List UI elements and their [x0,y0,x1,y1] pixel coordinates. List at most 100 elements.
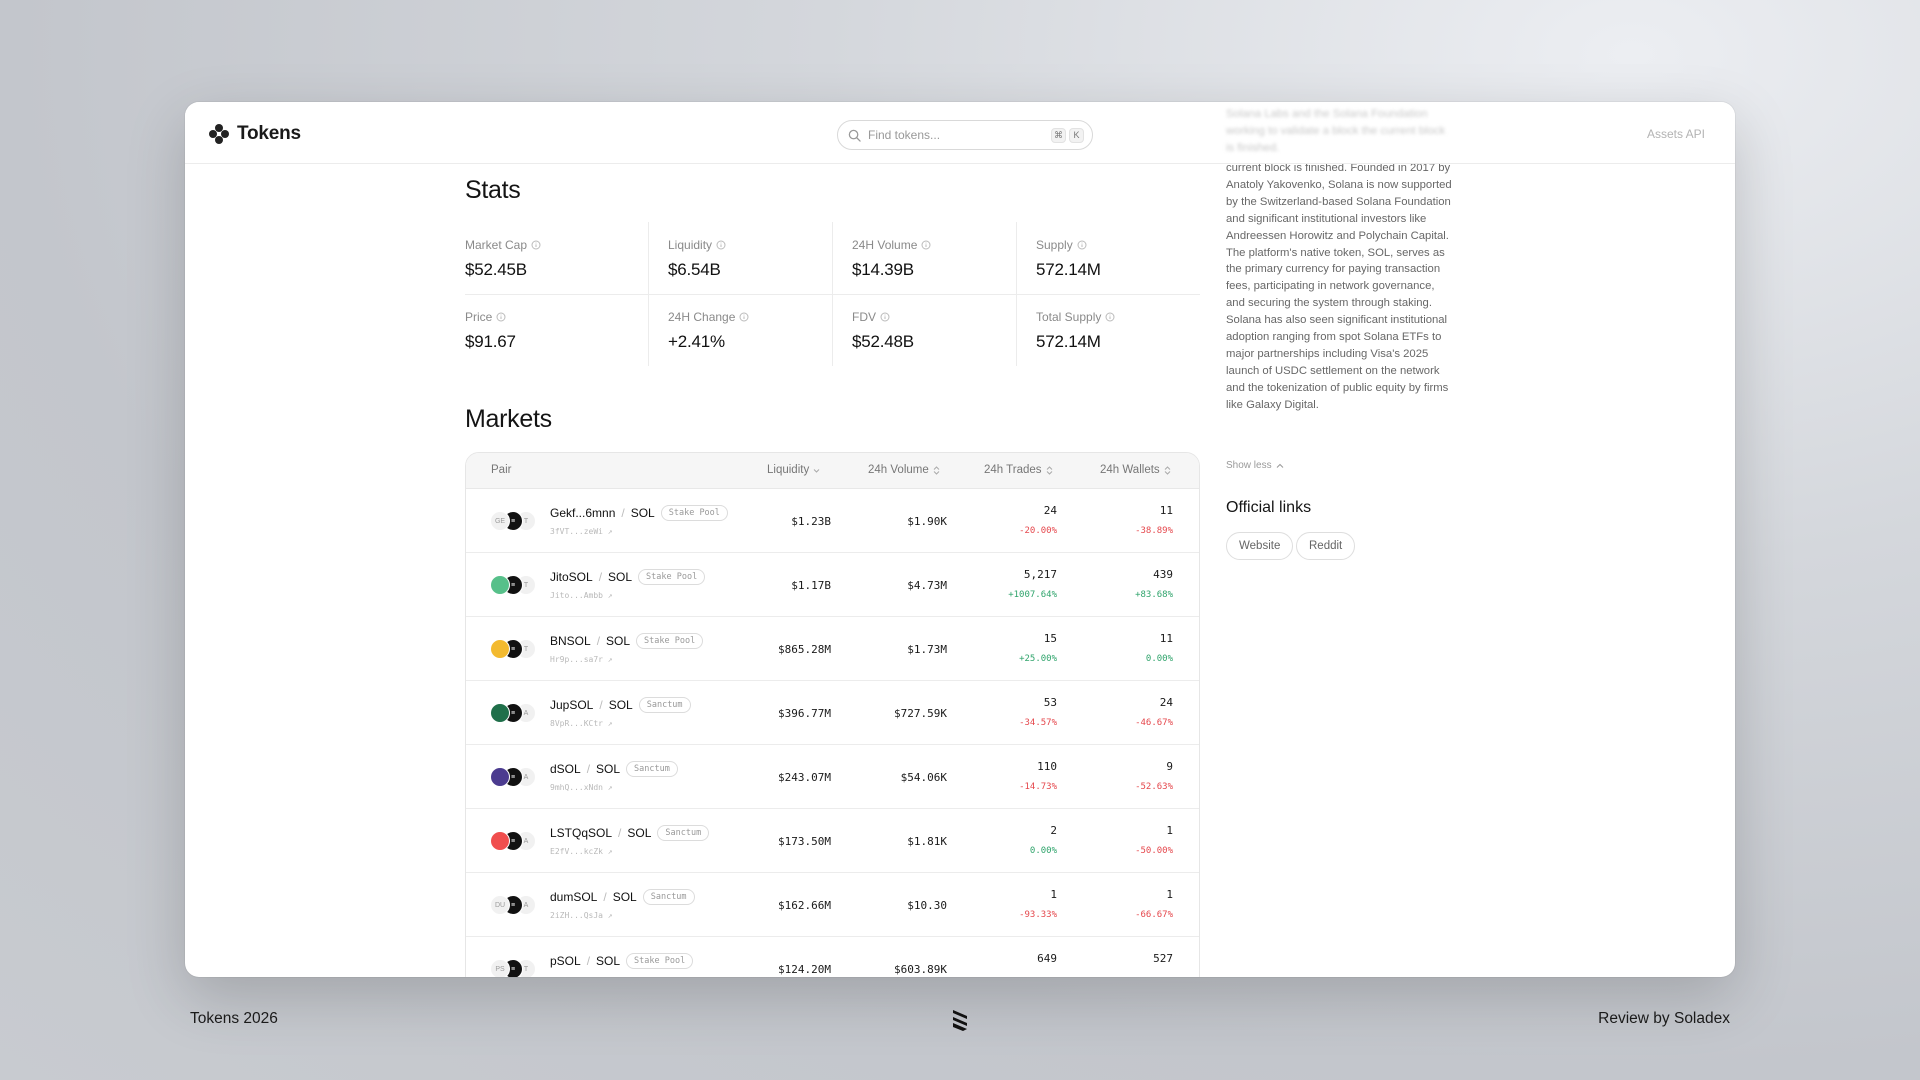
chevron-up-icon [1276,463,1283,468]
pair-name[interactable]: JupSOL / SOL Sanctum [550,697,691,713]
pair-logos: ≡ A [490,703,540,723]
liquidity-cell: $1.23B [791,515,831,528]
table-row[interactable]: ≡ T JitoSOL / SOL Stake Pool Jito...Ambb ↗ $1.1… [466,553,1199,617]
pair-name[interactable]: JitoSOL / SOL Stake Pool [550,569,706,585]
table-row[interactable]: PS ≡ T pSOL / SOL Stake Pool $124.20M $603.89K 64… [466,937,1199,977]
reddit-link-button[interactable]: Reddit [1296,532,1356,560]
website-link-button[interactable]: Website [1226,532,1294,560]
table-row[interactable]: ≡ A JupSOL / SOL Sanctum 8VpR...KCtr ↗ $396.77M… [466,681,1199,745]
pool-tag: Sanctum [657,825,710,841]
table-row[interactable]: DU ≡ A dumSOL / SOL Sanctum 2iZH...QsJa ↗ $162.6… [466,873,1199,937]
assets-api-link[interactable]: Assets API [1647,127,1705,141]
liquidity-cell: $865.28M [778,643,831,656]
pool-address-link[interactable]: Jito...Ambb ↗ [550,591,613,600]
quote-token: SOL [608,698,633,712]
column-header-24h-wallets[interactable]: 24h Wallets [1100,464,1171,476]
pool-tag: Stake Pool [626,953,694,969]
wallets-cell: 439 [1153,568,1173,581]
wallets-cell: 24 [1159,696,1173,709]
quote-token: SOL [596,954,621,968]
base-token-icon: DU [490,895,510,915]
base-token: LSTQqSOL [550,826,613,840]
sort-icon [1046,465,1052,475]
trades-change: +25.00% [1019,654,1057,664]
stat-price: Price $91.67 [465,310,648,382]
pair-separator: / [586,954,591,968]
sort-icon [1164,465,1171,475]
table-row[interactable]: ≡ A dSOL / SOL Sanctum 9mhQ...xNdn ↗ $243.07M $5… [466,745,1199,809]
info-icon[interactable] [716,240,726,250]
volume-cell: $727.59K [894,707,947,720]
trades-cell: 649 [1037,952,1057,965]
top-bar: Tokens ⌘ K Assets API [185,102,1735,164]
wallets-change: -66.67% [1135,910,1173,920]
pool-address-link[interactable]: 8VpR...KCtr ↗ [550,719,613,728]
stat-market-cap: Market Cap $52.45B [465,238,648,310]
wallets-change: -52.63% [1135,782,1173,792]
pool-address-link[interactable]: 3fVT...zeWi ↗ [550,527,613,536]
pool-address-link[interactable]: 9mhQ...xNdn ↗ [550,783,613,792]
table-row[interactable]: GE ≡ T Gekf...6mnn / SOL Stake Pool 3fVT...zeWi… [466,489,1199,553]
pair-name[interactable]: pSOL / SOL Stake Pool [550,953,694,969]
column-label: 24h Wallets [1100,464,1160,476]
column-header-24h-trades[interactable]: 24h Trades [984,464,1053,476]
wallets-change: -46.67% [1135,718,1173,728]
volume-cell: $603.89K [894,963,947,976]
show-less-label: Show less [1226,460,1272,471]
column-label: Pair [491,464,512,476]
pair-name[interactable]: BNSOL / SOL Stake Pool [550,633,704,649]
wallets-change: 0.00% [1145,654,1173,664]
table-row[interactable]: ≡ A LSTQqSOL / SOL Sanctum E2fV...kcZk ↗ $173.5… [466,809,1199,873]
info-icon[interactable] [496,312,506,322]
shortcut-key-k: K [1069,127,1084,143]
info-icon[interactable] [739,312,749,322]
show-less-toggle[interactable]: Show less [1226,460,1284,471]
stat-value: $6.54B [668,260,721,279]
liquidity-cell: $396.77M [778,707,831,720]
info-icon[interactable] [921,240,931,250]
wallets-cell: 1 [1166,888,1173,901]
info-icon[interactable] [1105,312,1115,322]
table-row[interactable]: ≡ T BNSOL / SOL Stake Pool Hr9p...sa7r ↗ $865.2… [466,617,1199,681]
base-token-icon [490,575,510,595]
pair-name[interactable]: LSTQqSOL / SOL Sanctum [550,825,710,841]
about-faded-text: Solana Labs and the Solana Foundation wo… [1226,108,1446,154]
wallets-cell: 11 [1159,632,1173,645]
wallets-cell: 527 [1153,952,1173,965]
base-token: JitoSOL [550,570,593,584]
search-box[interactable]: ⌘ K [837,120,1093,150]
pair-name[interactable]: dumSOL / SOL Sanctum [550,889,695,905]
pair-name[interactable]: Gekf...6mnn / SOL Stake Pool [550,505,728,521]
stat-value: $14.39B [852,260,914,279]
column-header-pair[interactable]: Pair [491,464,511,476]
stat-supply: Supply 572.14M [1036,238,1219,310]
pool-address-link[interactable]: Hr9p...sa7r ↗ [550,655,613,664]
pool-address-link[interactable]: E2fV...kcZk ↗ [550,847,613,856]
volume-cell: $1.90K [907,515,947,528]
tokens-logo-icon [209,124,229,144]
brand-name: Tokens [237,123,301,144]
info-icon[interactable] [1077,240,1087,250]
pool-address-link[interactable]: 2iZH...QsJa ↗ [550,911,613,920]
base-token-icon: PS [490,959,510,977]
chevron-down-icon [813,468,820,473]
brand-logo[interactable]: Tokens [209,123,301,145]
quote-token: SOL [627,826,652,840]
base-token-icon: GE [490,511,510,531]
info-icon[interactable] [531,240,541,250]
column-header-liquidity[interactable]: Liquidity [767,464,820,476]
search-input[interactable] [868,128,1048,142]
footer-left-text: Tokens 2026 [190,1010,278,1027]
stat-fdv: FDV $52.48B [852,310,1035,382]
search-icon [848,129,861,142]
info-icon[interactable] [880,312,890,322]
stat-label: 24H Volume [852,238,918,252]
stat-label: 24H Change [668,310,736,324]
pair-name[interactable]: dSOL / SOL Sanctum [550,761,678,777]
app-window: Tokens ⌘ K Assets API Stats Market Cap $… [185,102,1735,977]
stat-24h-change: 24H Change +2.41% [668,310,851,382]
base-token-icon [490,767,510,787]
column-header-24h-volume[interactable]: 24h Volume [868,464,940,476]
trades-change: +1007.64% [1008,590,1057,600]
base-token-icon [490,703,510,723]
